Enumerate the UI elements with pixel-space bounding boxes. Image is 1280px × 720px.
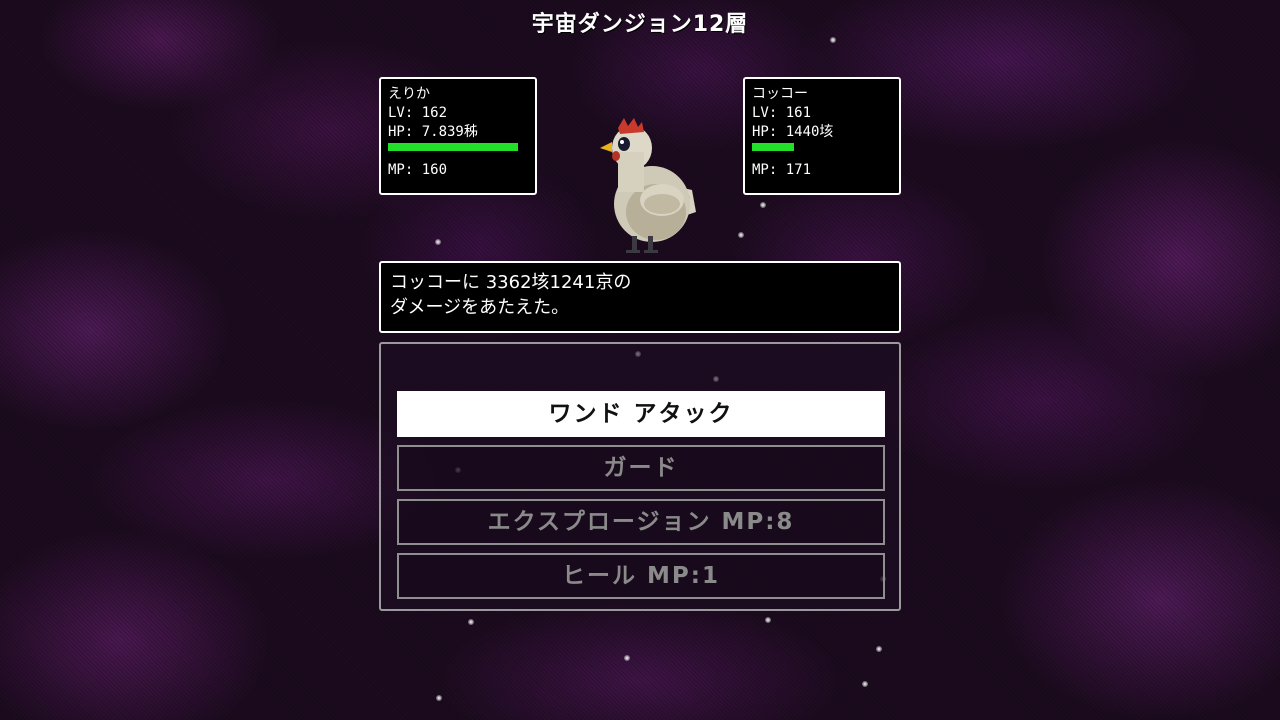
sparkle bbox=[435, 239, 441, 245]
sparkle bbox=[862, 681, 868, 687]
battle-screen: 宇宙ダンジョン12層 えりか LV: 162 HP: 7.839秭 MP: 16… bbox=[0, 0, 1280, 720]
dungeon-floor-title: 宇宙ダンジョン12層 bbox=[531, 12, 749, 37]
enemy-hp: HP: 1440垓 bbox=[752, 124, 834, 140]
message-line-1: コッコーに 3362垓1241京の bbox=[390, 272, 632, 293]
enemy-level: LV: 161 bbox=[752, 105, 812, 121]
sparkle bbox=[468, 619, 474, 625]
player-hp-bar bbox=[388, 143, 518, 151]
command-heal-button[interactable]: ヒール MP:1 bbox=[397, 553, 885, 599]
player-hp-bar-fill bbox=[388, 143, 518, 151]
battle-message-box: コッコーに 3362垓1241京の ダメージをあたえた。 bbox=[379, 261, 901, 333]
player-status-panel: えりか LV: 162 HP: 7.839秭 MP: 160 bbox=[379, 77, 537, 195]
enemy-hp-bar-fill bbox=[752, 143, 794, 151]
sparkle bbox=[436, 695, 442, 701]
enemy-name: コッコー bbox=[752, 86, 808, 102]
command-menu: ワンド アタック ガード エクスプロージョン MP:8 ヒール MP:1 bbox=[379, 342, 901, 611]
enemy-hp-bar bbox=[752, 143, 882, 151]
player-level: LV: 162 bbox=[388, 105, 448, 121]
player-mp: MP: 160 bbox=[388, 162, 448, 178]
message-line-2: ダメージをあたえた。 bbox=[390, 297, 570, 318]
sparkle bbox=[738, 232, 744, 238]
sparkle bbox=[876, 646, 882, 652]
player-name: えりか bbox=[388, 86, 430, 102]
command-explosion-button[interactable]: エクスプロージョン MP:8 bbox=[397, 499, 885, 545]
enemy-status-panel: コッコー LV: 161 HP: 1440垓 MP: 171 bbox=[743, 77, 901, 195]
command-guard-button[interactable]: ガード bbox=[397, 445, 885, 491]
enemy-mp: MP: 171 bbox=[752, 162, 812, 178]
chicken-enemy-sprite bbox=[596, 112, 700, 254]
player-hp: HP: 7.839秭 bbox=[388, 124, 478, 140]
sparkle bbox=[765, 617, 771, 623]
command-wand-attack-button[interactable]: ワンド アタック bbox=[397, 391, 885, 437]
chicken-icon bbox=[600, 118, 696, 253]
sparkle bbox=[624, 655, 630, 661]
sparkle bbox=[760, 202, 766, 208]
